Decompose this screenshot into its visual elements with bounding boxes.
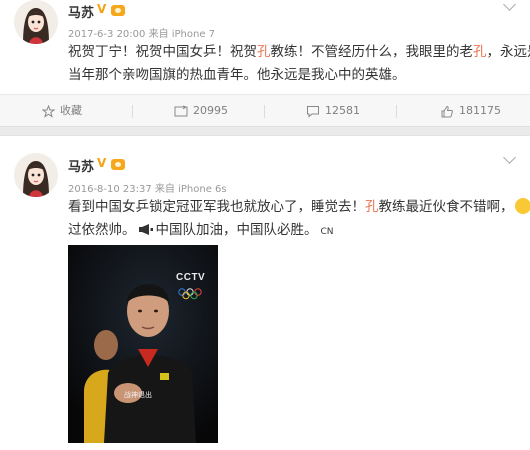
post-text-line: 祝贺丁宁！祝贺中国女乒！祝贺孔教练！不管经历什么，我眼里的老孔，永远是	[68, 41, 530, 64]
video-subtitle: 战神退出	[124, 391, 152, 399]
divider	[396, 105, 397, 118]
text-segment: 祝贺丁宁！祝贺中国女乒！祝贺	[68, 44, 257, 60]
favorite-label: 收藏	[60, 104, 82, 117]
channel-logo: CCTV	[176, 272, 206, 283]
olympic-rings-icon	[177, 285, 203, 304]
thumbs-up-icon	[441, 105, 453, 117]
video-thumbnail[interactable]: CCTV 战神退出	[68, 245, 218, 443]
repost-count: 20995	[193, 104, 228, 117]
megaphone-icon	[138, 221, 154, 244]
text-segment: 看到中国女乒锁定冠亚军我也就放心了，睡觉去！	[68, 199, 365, 215]
thinking-emoji-icon	[514, 198, 530, 214]
avatar-illustration	[14, 0, 58, 44]
verified-badge: V	[97, 2, 107, 16]
text-segment: 过依然帅。	[68, 222, 136, 238]
repost-icon	[174, 105, 188, 116]
text-segment: 教练！不管经历什么，我眼里的老	[270, 44, 474, 60]
highlight-keyword: 孔	[365, 199, 379, 215]
avatar[interactable]	[14, 153, 58, 197]
star-icon	[42, 104, 55, 118]
text-segment: 教练最近伙食不错啊，	[378, 199, 514, 215]
chevron-down-icon[interactable]	[503, 0, 516, 11]
text-segment: ，永远是	[486, 44, 530, 60]
country-tag: CN	[320, 227, 334, 237]
comment-icon	[307, 105, 319, 118]
post-meta: 2016-8-10 23:37 来自 iPhone 6s	[68, 184, 227, 195]
post-text-line: 过依然帅。 中国队加油，中国队必胜。 CN	[68, 219, 334, 244]
feed-separator	[0, 126, 530, 136]
like-button[interactable]: 181175	[440, 95, 501, 127]
like-count: 181175	[459, 104, 501, 117]
comment-count: 12581	[325, 104, 360, 117]
favorite-button[interactable]: 收藏	[42, 95, 82, 127]
member-badge-icon	[111, 159, 125, 170]
post-meta: 2017-6-3 20:00 来自 iPhone 7	[68, 29, 216, 40]
post-text-line: 当年那个亲吻国旗的热血青年。他永远是我心中的英雄。	[68, 67, 406, 83]
comment-button[interactable]: 12581	[306, 95, 360, 127]
highlight-keyword: 孔	[473, 44, 487, 60]
highlight-keyword: 孔	[257, 44, 271, 60]
username[interactable]: 马苏	[68, 156, 94, 175]
post-text-line: 看到中国女乒锁定冠亚军我也就放心了，睡觉去！孔教练最近伙食不错啊，不	[68, 196, 530, 219]
text-segment: 中国队加油，中国队必胜。	[155, 222, 318, 238]
divider	[132, 105, 133, 118]
member-badge-icon	[111, 5, 125, 16]
avatar[interactable]	[14, 0, 58, 44]
username[interactable]: 马苏	[68, 2, 94, 21]
chevron-down-icon[interactable]	[503, 151, 516, 164]
verified-badge: V	[97, 156, 107, 170]
action-bar: 收藏 20995 12581 181175	[0, 94, 530, 127]
divider	[264, 105, 265, 118]
avatar-illustration	[14, 153, 58, 197]
repost-button[interactable]: 20995	[174, 95, 228, 127]
